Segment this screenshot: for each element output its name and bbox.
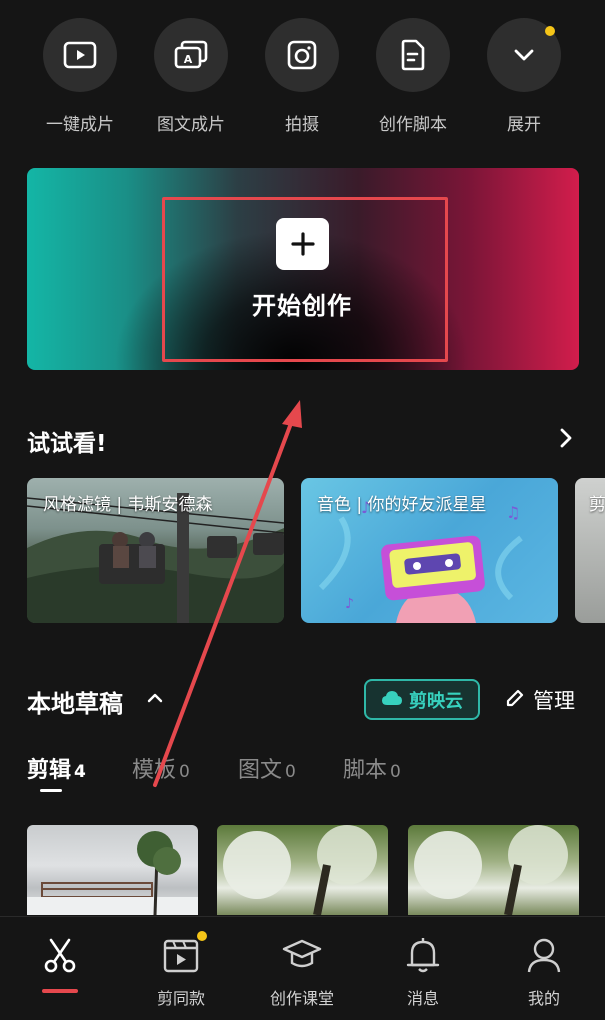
local-drafts-title: 本地草稿 <box>27 690 123 718</box>
tab-label: 模板 <box>132 758 177 783</box>
svg-text:♪: ♪ <box>345 596 354 612</box>
cloud-button-label: 剪映云 <box>409 690 463 712</box>
cloud-button[interactable]: 剪映云 <box>364 679 480 720</box>
tab-label: 剪辑 <box>27 758 72 783</box>
nav-label: 我的 <box>527 989 560 1008</box>
quick-actions: 一键成片 A 图文成片 拍摄 创作脚本 展开 <box>0 18 605 138</box>
script-icon <box>376 18 450 92</box>
draft-tabs: 剪辑 4 模板 0 图文 0 脚本 0 <box>27 752 587 796</box>
bottom-nav: 剪同款 创作课堂 消息 我的 <box>0 916 605 1020</box>
try-card-filter[interactable]: 风格滤镜 | 韦斯安德森 <box>27 478 284 623</box>
tab-label: 脚本 <box>343 758 388 783</box>
play-icon <box>43 18 117 92</box>
scissors-icon <box>40 935 80 975</box>
plus-icon[interactable] <box>276 218 329 270</box>
quick-action-one-click[interactable]: 一键成片 <box>25 18 135 135</box>
active-tab-indicator <box>40 789 62 792</box>
try-card-title: 风格滤镜 | 韦斯安德森 <box>43 495 213 515</box>
cloud-icon <box>381 690 403 710</box>
manage-label: 管理 <box>533 689 575 713</box>
nav-label: 消息 <box>406 989 439 1008</box>
notification-dot <box>197 931 207 941</box>
draft-thumbnail[interactable] <box>217 825 388 915</box>
quick-action-image-text[interactable]: A 图文成片 <box>136 18 246 135</box>
tab-script[interactable]: 脚本 0 <box>343 752 401 784</box>
clapper-icon <box>161 931 207 975</box>
try-card-title: 剪 <box>589 495 605 515</box>
draft-thumbnail[interactable] <box>27 825 198 915</box>
quick-action-shoot[interactable]: 拍摄 <box>247 18 357 135</box>
text-layers-icon: A <box>154 18 228 92</box>
camera-icon <box>265 18 339 92</box>
nav-label: 创作课堂 <box>269 989 334 1008</box>
tab-count: 0 <box>285 762 296 782</box>
tab-image-text[interactable]: 图文 0 <box>238 752 296 784</box>
quick-action-label: 图文成片 <box>157 115 225 135</box>
try-section-title: 试试看! <box>27 431 107 457</box>
tab-edit[interactable]: 剪辑 4 <box>27 752 86 784</box>
try-card-voice[interactable]: ♪ ♫ ♪ 音色 | 你的好友派星星 <box>301 478 558 623</box>
person-icon <box>524 935 564 975</box>
quick-action-script[interactable]: 创作脚本 <box>358 18 468 135</box>
nav-template[interactable]: 剪同款 <box>121 931 241 1009</box>
svg-text:♫: ♫ <box>506 503 520 522</box>
tab-count: 0 <box>390 762 401 782</box>
nav-messages[interactable]: 消息 <box>363 935 483 1009</box>
chevron-down-icon <box>487 18 561 92</box>
nav-profile[interactable]: 我的 <box>484 935 604 1009</box>
notification-dot <box>545 26 555 36</box>
tab-count: 0 <box>179 762 190 782</box>
active-nav-indicator <box>42 989 78 993</box>
quick-action-label: 创作脚本 <box>379 115 447 135</box>
pencil-icon <box>505 688 525 712</box>
quick-action-label: 一键成片 <box>46 115 114 135</box>
svg-text:A: A <box>184 53 193 66</box>
graduation-cap-icon <box>282 935 322 975</box>
try-card-partial[interactable]: 剪 <box>575 478 605 623</box>
tab-count: 4 <box>74 762 86 782</box>
nav-course[interactable]: 创作课堂 <box>242 935 362 1009</box>
nav-label: 剪同款 <box>156 989 205 1008</box>
quick-action-label: 展开 <box>507 115 541 135</box>
manage-button[interactable]: 管理 <box>505 685 575 715</box>
chevron-right-icon[interactable] <box>556 427 576 449</box>
quick-action-label: 拍摄 <box>285 115 319 135</box>
chevron-up-icon[interactable] <box>146 689 164 707</box>
quick-action-expand[interactable]: 展开 <box>469 18 579 135</box>
nav-edit[interactable] <box>0 935 120 993</box>
tab-template[interactable]: 模板 0 <box>132 752 190 784</box>
start-creating-label[interactable]: 开始创作 <box>200 286 404 321</box>
bell-icon <box>403 935 443 975</box>
tab-label: 图文 <box>238 758 283 783</box>
try-card-title: 音色 | 你的好友派星星 <box>317 495 487 515</box>
draft-thumbnail[interactable] <box>408 825 579 915</box>
